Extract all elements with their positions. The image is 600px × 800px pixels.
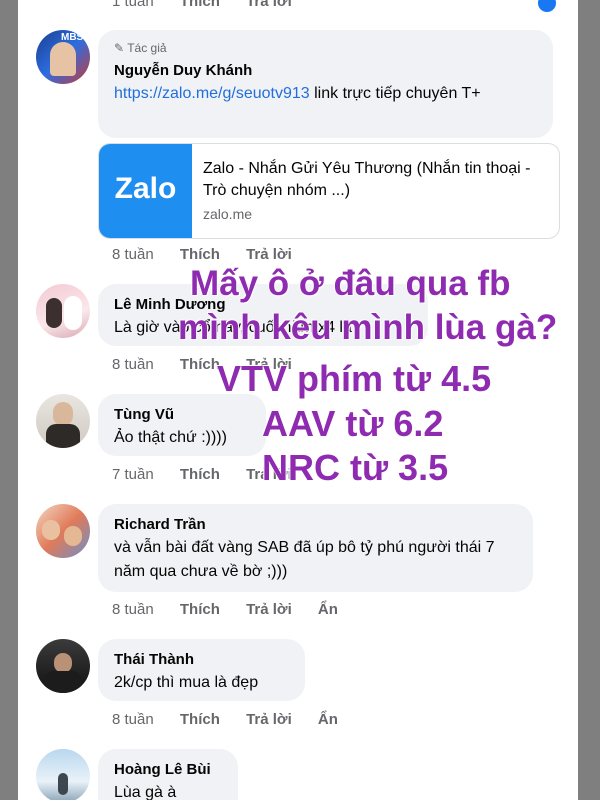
comment-bubble: ✎ Tác giả Nguyễn Duy Khánh https://zalo.…: [98, 30, 553, 138]
comment-bubble: Hoàng Lê Bùi Lùa gà à: [98, 749, 238, 800]
hide-button[interactable]: Ẩn: [318, 601, 338, 618]
comment-actions: 8 tuần Thích Trả lời Ẩn: [112, 601, 360, 618]
reply-button[interactable]: Trả lời: [246, 711, 292, 728]
comment-bubble: Richard Trần và vẫn bài đất vàng SAB đã …: [98, 504, 533, 592]
overlay-line: Mấy ô ở đâu qua fb: [190, 264, 511, 303]
overlay-line: VTV phím từ 4.5: [217, 358, 492, 399]
comment-time: 8 tuần: [112, 356, 154, 373]
overlay-line: mình kêu mình lùa gà?: [178, 308, 558, 347]
like-button[interactable]: Thích: [180, 356, 220, 373]
preview-domain: zalo.me: [203, 206, 253, 222]
author-badge: ✎ Tác giả: [114, 41, 167, 55]
pencil-icon: ✎: [114, 41, 125, 55]
avatar[interactable]: MBS: [36, 30, 90, 84]
top-meta-row: 1 tuần Thích Trả lời: [112, 0, 314, 10]
comment-time: 8 tuần: [112, 601, 154, 618]
comment-time: 7 tuần: [112, 466, 154, 483]
comments-panel: 1 tuần Thích Trả lời MBS ✎ Tác giả Nguyễ…: [18, 0, 578, 800]
comment-bubble: Tùng Vũ Ảo thật chứ :)))): [98, 394, 266, 456]
reply-button[interactable]: Trả lời: [246, 601, 292, 618]
zalo-logo: Zalo: [99, 144, 192, 238]
comment-time: 8 tuần: [112, 246, 154, 263]
comment-time: 1 tuần: [112, 0, 154, 10]
comment-text: https://zalo.me/g/seuotv913 link trực ti…: [114, 85, 481, 102]
overlay-line: NRC từ 3.5: [262, 447, 449, 488]
comment-author[interactable]: Nguyễn Duy Khánh: [114, 62, 252, 79]
reply-button[interactable]: Trả lời: [246, 246, 292, 263]
overlay-line: AAV từ 6.2: [262, 403, 444, 444]
like-button[interactable]: Thích: [180, 0, 220, 10]
like-button[interactable]: Thích: [180, 601, 220, 618]
comment-author[interactable]: Thái Thành: [114, 651, 194, 668]
comment-time: 8 tuần: [112, 711, 154, 728]
preview-title: Zalo - Nhắn Gửi Yêu Thương (Nhắn tin tho…: [203, 160, 531, 199]
comment-link[interactable]: https://zalo.me/g/seuotv913: [114, 85, 310, 102]
like-button[interactable]: Thích: [180, 246, 220, 263]
comment-bubble: Thái Thành 2k/cp thì mua là đẹp: [98, 639, 305, 701]
reply-button[interactable]: Trả lời: [246, 0, 292, 10]
avatar[interactable]: [36, 284, 90, 338]
comment-author[interactable]: Tùng Vũ: [114, 406, 174, 423]
comment-text: và vẫn bài đất vàng SAB đã úp bô tỷ phú …: [114, 539, 495, 580]
comment-actions: 8 tuần Thích Trả lời: [112, 246, 314, 263]
link-preview-card[interactable]: Zalo Zalo - Nhắn Gửi Yêu Thương (Nhắn ti…: [98, 143, 560, 239]
comment-author[interactable]: Hoàng Lê Bùi: [114, 761, 211, 778]
hide-button[interactable]: Ẩn: [318, 711, 338, 728]
comment-text: 2k/cp thì mua là đẹp: [114, 674, 259, 691]
comment-text: Lùa gà à: [114, 784, 177, 800]
like-button[interactable]: Thích: [180, 466, 220, 483]
comment-actions: 8 tuần Thích Trả lời Ẩn: [112, 711, 360, 728]
avatar[interactable]: [36, 504, 90, 558]
avatar[interactable]: [36, 394, 90, 448]
reaction-icon: [536, 0, 558, 14]
comment-author[interactable]: Richard Trần: [114, 516, 206, 533]
avatar[interactable]: [36, 749, 90, 800]
comment-text: Ảo thật chứ :)))): [114, 429, 227, 446]
like-button[interactable]: Thích: [180, 711, 220, 728]
avatar[interactable]: [36, 639, 90, 693]
